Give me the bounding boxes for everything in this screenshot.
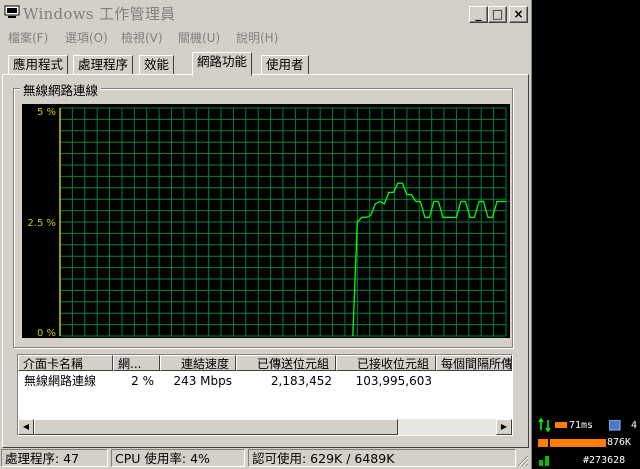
tray-memory: 876K <box>607 437 632 448</box>
activity-bar-icon <box>555 422 567 428</box>
column-header-link-speed[interactable]: 連結速度 <box>160 355 236 371</box>
menu-file[interactable]: 檔案(F) <box>8 29 48 46</box>
y-tick-label: 2.5 % <box>27 218 56 229</box>
system-tray-monitor[interactable]: 71ms 4 876K #273628 <box>535 412 640 469</box>
column-header-bytes-sent-per-interval[interactable]: 每個間隔所傳送的位元組 <box>436 355 512 371</box>
network-chart: 5 % 2.5 % 0 % <box>27 107 507 339</box>
status-cpu-usage: CPU 使用率: 4% <box>111 449 245 467</box>
y-tick-label: 5 % <box>37 107 56 118</box>
menu-help[interactable]: 說明(H) <box>236 29 278 46</box>
status-processes: 處理程序: 47 <box>1 449 108 467</box>
y-tick-label: 0 % <box>37 328 56 338</box>
tab-networking[interactable]: 網路功能 <box>192 52 253 76</box>
tab-processes[interactable]: 處理程序 <box>73 55 134 75</box>
menu-view[interactable]: 檢視(V) <box>121 29 163 46</box>
table-row[interactable]: 無線網路連線 2 % 243 Mbps 2,183,452 103,995,60… <box>18 373 512 389</box>
close-button[interactable]: × <box>509 6 528 23</box>
minimize-button[interactable]: _ <box>469 6 488 23</box>
maximize-icon: □ <box>491 7 504 21</box>
cpu-bar-icon <box>539 456 549 466</box>
adapter-list[interactable]: 介面卡名稱 網... 連結速度 已傳送位元組 已接收位元組 每個間隔所傳送的位元… <box>17 354 513 436</box>
adapter-bytes-received: 103,995,603 <box>355 374 432 388</box>
adapter-link-speed: 243 Mbps <box>173 374 232 388</box>
status-commit-charge: 認可使用: 629K / 6489K <box>248 449 516 467</box>
adapter-list-header: 介面卡名稱 網... 連結速度 已傳送位元組 已接收位元組 每個間隔所傳送的位元… <box>18 355 512 372</box>
column-header-utilization[interactable]: 網... <box>113 355 160 371</box>
tab-users[interactable]: 使用者 <box>261 55 309 75</box>
network-group-label: 無線網路連線 <box>20 80 102 99</box>
adapter-bytes-sent: 2,183,452 <box>270 374 332 388</box>
network-graph: 5 % 2.5 % 0 % <box>22 104 510 339</box>
maximize-button[interactable]: □ <box>488 6 507 23</box>
scroll-thumb[interactable] <box>34 419 398 435</box>
scroll-left-icon: ◀ <box>22 422 30 431</box>
tab-strip: 應用程式 處理程序 效能 網路功能 使用者 <box>0 52 531 76</box>
adapter-utilization: 2 % <box>131 374 154 388</box>
window-title: Windows 工作管理員 <box>23 5 176 23</box>
tray-count: 4 <box>631 420 638 431</box>
tray-ping: 71ms <box>569 420 594 431</box>
scroll-left-button[interactable]: ◀ <box>18 419 34 435</box>
adapter-name: 無線網路連線 <box>24 374 97 388</box>
status-bar: 處理程序: 47 CPU 使用率: 4% 認可使用: 629K / 6489K <box>0 447 531 469</box>
size-grip-icon[interactable] <box>517 455 529 467</box>
close-icon: × <box>513 7 524 21</box>
network-arrows-icon <box>538 418 551 432</box>
memory-bar <box>538 439 606 447</box>
menu-bar: 檔案(F) 選項(O) 檢視(V) 關機(U) 說明(H) <box>0 26 531 48</box>
tab-applications[interactable]: 應用程式 <box>8 55 69 75</box>
menu-shutdown[interactable]: 關機(U) <box>178 29 220 46</box>
column-header-bytes-received[interactable]: 已接收位元組 <box>336 355 436 371</box>
task-manager-window: Windows 工作管理員 _ □ × 檔案(F) 選項(O) 檢視(V) 關機… <box>0 0 532 469</box>
scroll-right-button[interactable]: ▶ <box>496 419 512 435</box>
monitor-icon <box>4 5 20 18</box>
scroll-right-icon: ▶ <box>500 422 508 431</box>
title-bar[interactable]: Windows 工作管理員 _ □ × <box>0 0 531 26</box>
column-header-adapter-name[interactable]: 介面卡名稱 <box>18 355 113 371</box>
horizontal-scrollbar[interactable]: ◀ ▶ <box>18 419 512 435</box>
window-icon <box>609 420 621 431</box>
tray-id: #273628 <box>583 455 626 466</box>
minimize-icon: _ <box>475 7 482 21</box>
column-header-bytes-sent[interactable]: 已傳送位元組 <box>236 355 336 371</box>
menu-options[interactable]: 選項(O) <box>65 29 108 46</box>
tab-performance[interactable]: 效能 <box>139 55 175 75</box>
